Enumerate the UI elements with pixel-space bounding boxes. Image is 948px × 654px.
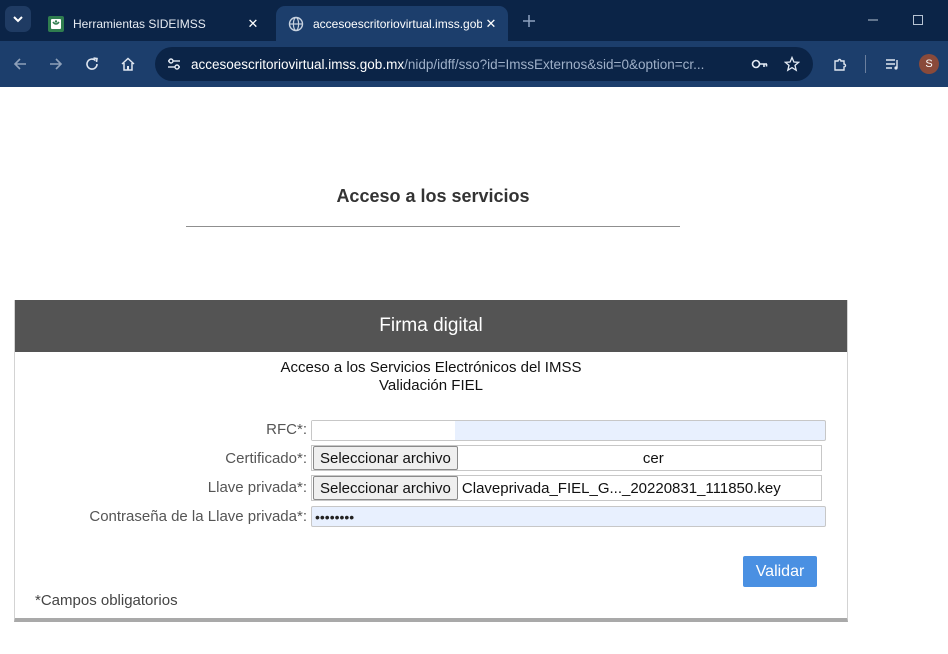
url-host: accesoescritoriovirtual.imss.gob.mx (191, 56, 405, 72)
required-fields-note: *Campos obligatorios (35, 592, 178, 609)
llave-privada-file-input[interactable]: Seleccionar archivo Claveprivada_FIEL_G.… (311, 475, 822, 501)
panel-title: Firma digital (15, 300, 847, 352)
panel-subtitle-validation: Validación FIEL (379, 377, 483, 394)
toolbar-divider (865, 55, 866, 73)
llave-privada-select-button[interactable]: Seleccionar archivo (313, 476, 458, 500)
llave-privada-file-name: Claveprivada_FIEL_G..._20220831_111850.k… (461, 479, 781, 497)
password-label: Contraseña de la Llave privada*: (89, 508, 307, 525)
llave-privada-label: Llave privada*: (207, 479, 307, 496)
close-icon[interactable]: ✕ (482, 15, 500, 33)
password-key-icon[interactable] (747, 51, 773, 77)
imss-logo-icon (48, 15, 64, 32)
forward-button[interactable] (42, 50, 70, 78)
heading-divider (186, 226, 680, 227)
media-list-icon (886, 59, 898, 70)
tab-bar: Herramientas SIDEIMSS ✕ accesoescritorio… (0, 0, 948, 41)
rfc-redacted-area (312, 421, 455, 440)
home-button[interactable] (114, 50, 142, 78)
globe-icon (288, 16, 304, 32)
tab-title: accesoescritoriovirtual.imss.gob.mx (313, 16, 482, 31)
minimize-icon (868, 19, 878, 21)
arrow-right-icon (50, 58, 63, 70)
tab-acceso-escritorio-virtual[interactable]: accesoescritoriovirtual.imss.gob.mx ✕ (276, 6, 508, 41)
bookmark-star-icon[interactable] (779, 51, 805, 77)
new-tab-button[interactable] (518, 10, 540, 32)
site-settings-icon[interactable] (165, 55, 183, 73)
page-title: Acceso a los servicios (336, 186, 530, 206)
tab-herramientas-sideimss[interactable]: Herramientas SIDEIMSS ✕ (36, 6, 270, 41)
reload-button[interactable] (78, 50, 106, 78)
certificado-select-button[interactable]: Seleccionar archivo (313, 446, 458, 470)
tab-title: Herramientas SIDEIMSS (73, 16, 206, 31)
puzzle-icon (834, 58, 847, 71)
reading-list-button[interactable] (879, 50, 907, 78)
certificado-file-name: cer (642, 449, 664, 467)
password-input[interactable]: •••••••• (311, 506, 826, 527)
back-button[interactable] (6, 50, 34, 78)
plus-icon (523, 15, 535, 27)
extensions-button[interactable] (826, 50, 854, 78)
minimize-button[interactable] (859, 8, 887, 32)
url-text[interactable]: accesoescritoriovirtual.imss.gob.mx/nidp… (191, 57, 741, 72)
chevron-down-icon (13, 16, 23, 23)
tab-search-button[interactable] (5, 6, 31, 32)
certificado-label: Certificado*: (225, 450, 307, 467)
firma-digital-panel: Firma digital Acceso a los Servicios Ele… (14, 300, 848, 622)
close-icon[interactable]: ✕ (244, 15, 262, 33)
url-path: /nidp/idff/sso?id=ImssExternos&sid=0&opt… (404, 56, 705, 72)
address-bar[interactable]: accesoescritoriovirtual.imss.gob.mx/nidp… (155, 47, 813, 81)
maximize-icon (913, 15, 923, 25)
arrow-left-icon (13, 58, 26, 70)
rfc-label: RFC*: (266, 421, 307, 438)
validar-button[interactable]: Validar (743, 556, 817, 587)
certificado-file-input[interactable]: Seleccionar archivo cer (311, 445, 822, 471)
profile-avatar[interactable]: S (919, 54, 939, 74)
browser-toolbar: accesoescritoriovirtual.imss.gob.mx/nidp… (0, 41, 948, 87)
maximize-button[interactable] (904, 8, 932, 32)
home-icon (121, 57, 135, 71)
reload-icon (86, 57, 98, 70)
panel-subtitle: Acceso a los Servicios Electrónicos del … (280, 359, 582, 376)
